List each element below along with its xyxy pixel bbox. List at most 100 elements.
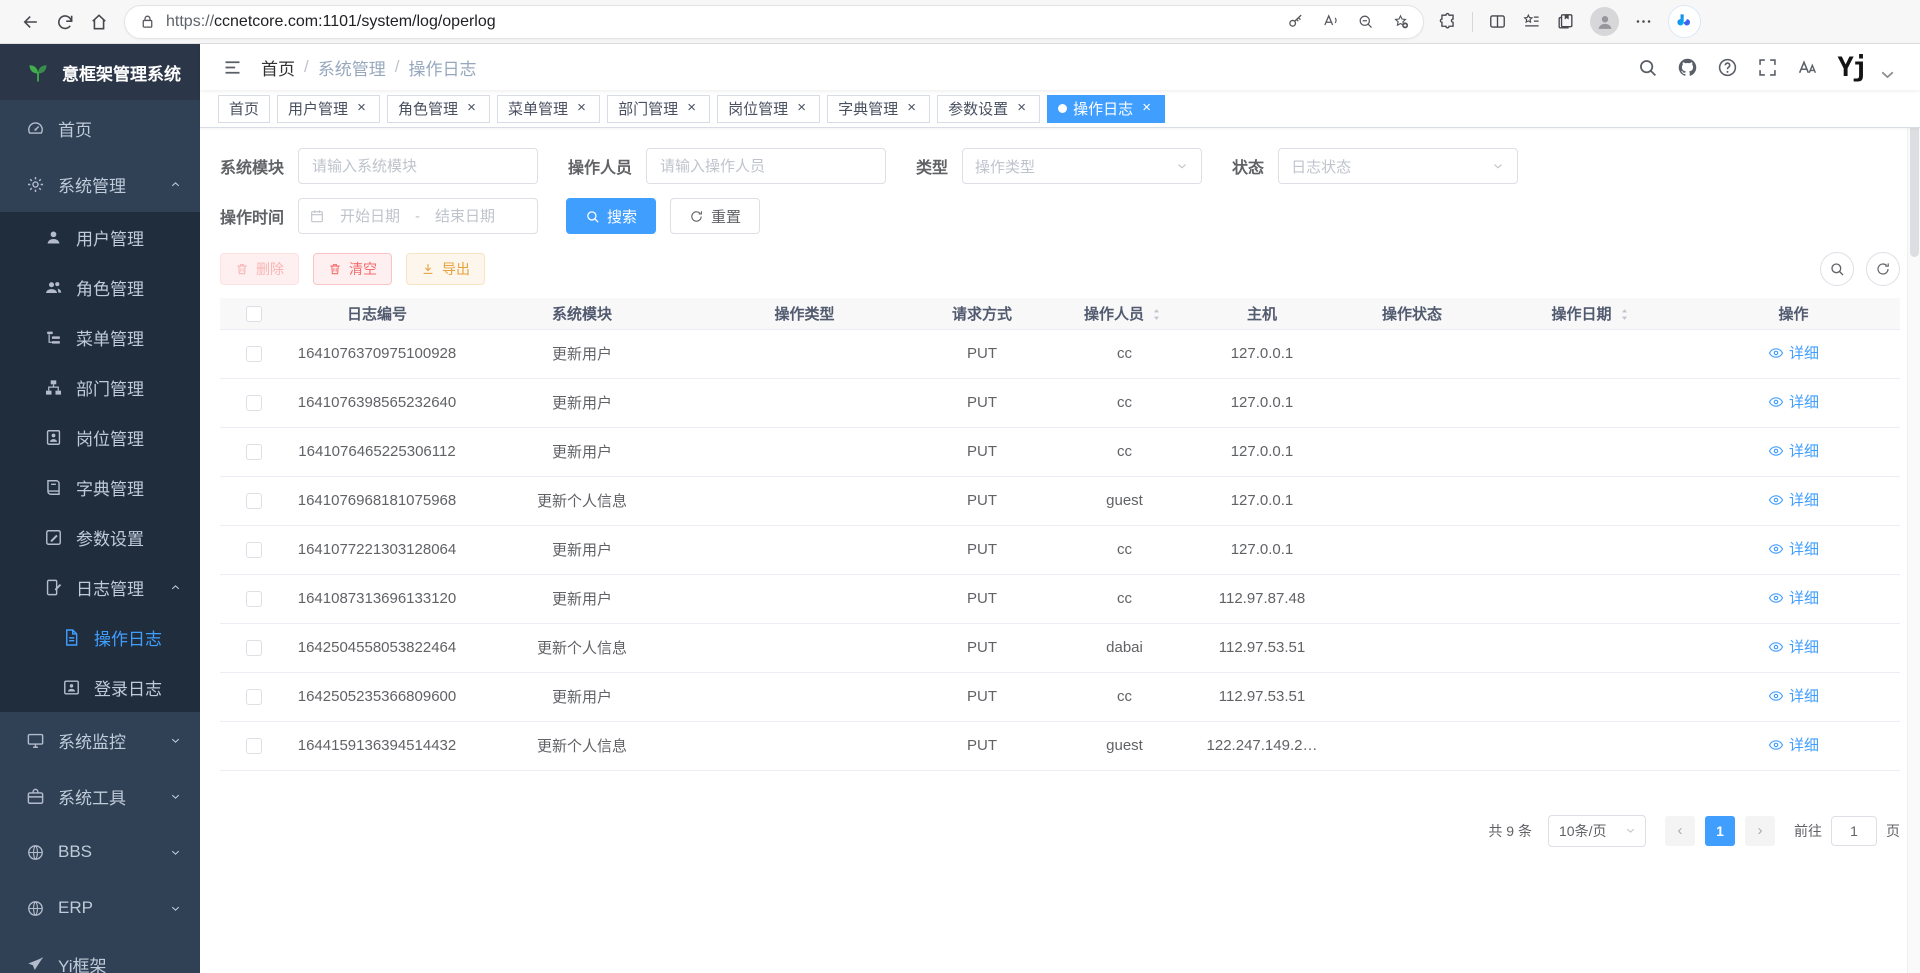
detail-link[interactable]: 详细 <box>1768 538 1819 559</box>
tab-角色管理[interactable]: 角色管理× <box>387 95 490 123</box>
github-icon[interactable] <box>1677 57 1698 78</box>
tab-操作日志[interactable]: 操作日志× <box>1047 95 1165 123</box>
sidebar-item-系统监控[interactable]: 系统监控 <box>0 712 200 768</box>
start-date-input[interactable] <box>331 208 409 225</box>
goto-page-input[interactable] <box>1831 816 1877 846</box>
detail-link[interactable]: 详细 <box>1768 489 1819 510</box>
sidebar-item-登录日志[interactable]: 登录日志 <box>0 662 200 712</box>
browser-back-button[interactable] <box>14 5 48 39</box>
browser-profile-avatar[interactable] <box>1590 7 1619 36</box>
column-header-操作日期[interactable]: 操作日期 <box>1497 298 1687 329</box>
sidebar-item-菜单管理[interactable]: 菜单管理 <box>0 312 200 362</box>
detail-link[interactable]: 详细 <box>1768 734 1819 755</box>
detail-link[interactable]: 详细 <box>1768 440 1819 461</box>
status-select[interactable]: 日志状态 <box>1278 148 1518 184</box>
sidebar-item-系统管理[interactable]: 系统管理 <box>0 156 200 212</box>
tab-首页[interactable]: 首页 <box>218 95 270 123</box>
refresh-table-button[interactable] <box>1866 252 1900 286</box>
row-checkbox[interactable] <box>246 395 262 411</box>
font-size-icon[interactable] <box>1797 57 1818 78</box>
zoom-out-icon[interactable] <box>1357 13 1374 30</box>
sidebar-item-参数设置[interactable]: 参数设置 <box>0 512 200 562</box>
read-aloud-icon[interactable] <box>1322 13 1339 30</box>
clear-button[interactable]: 清空 <box>313 253 392 285</box>
hamburger-icon[interactable] <box>222 57 243 78</box>
close-icon[interactable]: × <box>354 101 369 116</box>
browser-menu-dots-icon[interactable] <box>1634 12 1653 31</box>
reset-button[interactable]: 重置 <box>670 198 760 234</box>
tab-岗位管理[interactable]: 岗位管理× <box>717 95 820 123</box>
row-checkbox[interactable] <box>246 542 262 558</box>
extensions-icon[interactable] <box>1438 12 1457 31</box>
close-icon[interactable]: × <box>904 101 919 116</box>
sidebar-item-操作日志[interactable]: 操作日志 <box>0 612 200 662</box>
detail-link[interactable]: 详细 <box>1768 636 1819 657</box>
tab-菜单管理[interactable]: 菜单管理× <box>497 95 600 123</box>
sidebar-item-首页[interactable]: 首页 <box>0 100 200 156</box>
sidebar-item-部门管理[interactable]: 部门管理 <box>0 362 200 412</box>
sidebar-item-岗位管理[interactable]: 岗位管理 <box>0 412 200 462</box>
close-icon[interactable]: × <box>1139 101 1154 116</box>
row-checkbox[interactable] <box>246 591 262 607</box>
detail-link[interactable]: 详细 <box>1768 342 1819 363</box>
module-input[interactable] <box>298 148 538 184</box>
date-range-picker[interactable]: - <box>298 198 538 234</box>
close-icon[interactable]: × <box>464 101 479 116</box>
prev-page-button[interactable]: ‹ <box>1665 816 1695 846</box>
detail-link[interactable]: 详细 <box>1768 685 1819 706</box>
search-button[interactable]: 搜索 <box>566 198 656 234</box>
app-logo[interactable]: 意框架管理系统 <box>0 44 200 100</box>
browser-reload-button[interactable] <box>48 5 82 39</box>
sidebar-item-日志管理[interactable]: 日志管理 <box>0 562 200 612</box>
export-button[interactable]: 导出 <box>406 253 485 285</box>
page-scrollbar[interactable] <box>1907 44 1920 973</box>
operator-input[interactable] <box>646 148 886 184</box>
sidebar-item-ERP[interactable]: ERP <box>0 880 200 936</box>
column-header-操作人员[interactable]: 操作人员 <box>1052 298 1197 329</box>
row-checkbox[interactable] <box>246 444 262 460</box>
end-date-input[interactable] <box>426 208 504 225</box>
sidebar-item-系统工具[interactable]: 系统工具 <box>0 768 200 824</box>
close-icon[interactable]: × <box>794 101 809 116</box>
delete-button[interactable]: 删除 <box>220 253 299 285</box>
split-screen-icon[interactable] <box>1488 12 1507 31</box>
page-size-select[interactable]: 10条/页 <box>1548 815 1646 847</box>
close-icon[interactable]: × <box>1014 101 1029 116</box>
detail-link[interactable]: 详细 <box>1768 587 1819 608</box>
fullscreen-icon[interactable] <box>1757 57 1778 78</box>
row-checkbox[interactable] <box>246 640 262 656</box>
row-checkbox[interactable] <box>246 738 262 754</box>
favorite-star-icon[interactable] <box>1392 13 1409 30</box>
tab-字典管理[interactable]: 字典管理× <box>827 95 930 123</box>
tab-部门管理[interactable]: 部门管理× <box>607 95 710 123</box>
tab-用户管理[interactable]: 用户管理× <box>277 95 380 123</box>
select-all-checkbox[interactable] <box>246 306 262 322</box>
header-search-icon[interactable] <box>1637 57 1658 78</box>
close-icon[interactable]: × <box>684 101 699 116</box>
help-icon[interactable] <box>1717 57 1738 78</box>
sidebar-item-Yi框架[interactable]: Yi框架 <box>0 936 200 973</box>
address-bar[interactable]: https://ccnetcore.com:1101/system/log/op… <box>124 5 1424 39</box>
copilot-icon[interactable] <box>1668 5 1701 38</box>
tab-参数设置[interactable]: 参数设置× <box>937 95 1040 123</box>
breadcrumb-item-首页[interactable]: 首页 <box>261 55 295 80</box>
next-page-button[interactable]: › <box>1745 816 1775 846</box>
close-icon[interactable]: × <box>574 101 589 116</box>
sidebar-item-字典管理[interactable]: 字典管理 <box>0 462 200 512</box>
sidebar-item-角色管理[interactable]: 角色管理 <box>0 262 200 312</box>
current-page-button[interactable]: 1 <box>1705 816 1735 846</box>
sidebar-item-用户管理[interactable]: 用户管理 <box>0 212 200 262</box>
sort-caret-icon[interactable] <box>1148 306 1165 323</box>
sidebar-item-BBS[interactable]: BBS <box>0 824 200 880</box>
favorites-bar-icon[interactable] <box>1522 12 1541 31</box>
row-checkbox[interactable] <box>246 493 262 509</box>
yiframe-logo-icon[interactable]: Yj <box>1837 54 1866 81</box>
password-key-icon[interactable] <box>1287 13 1304 30</box>
collections-icon[interactable] <box>1556 12 1575 31</box>
detail-link[interactable]: 详细 <box>1768 391 1819 412</box>
row-checkbox[interactable] <box>246 346 262 362</box>
type-select[interactable]: 操作类型 <box>962 148 1202 184</box>
row-checkbox[interactable] <box>246 689 262 705</box>
browser-home-button[interactable] <box>82 5 116 39</box>
toggle-search-button[interactable] <box>1820 252 1854 286</box>
